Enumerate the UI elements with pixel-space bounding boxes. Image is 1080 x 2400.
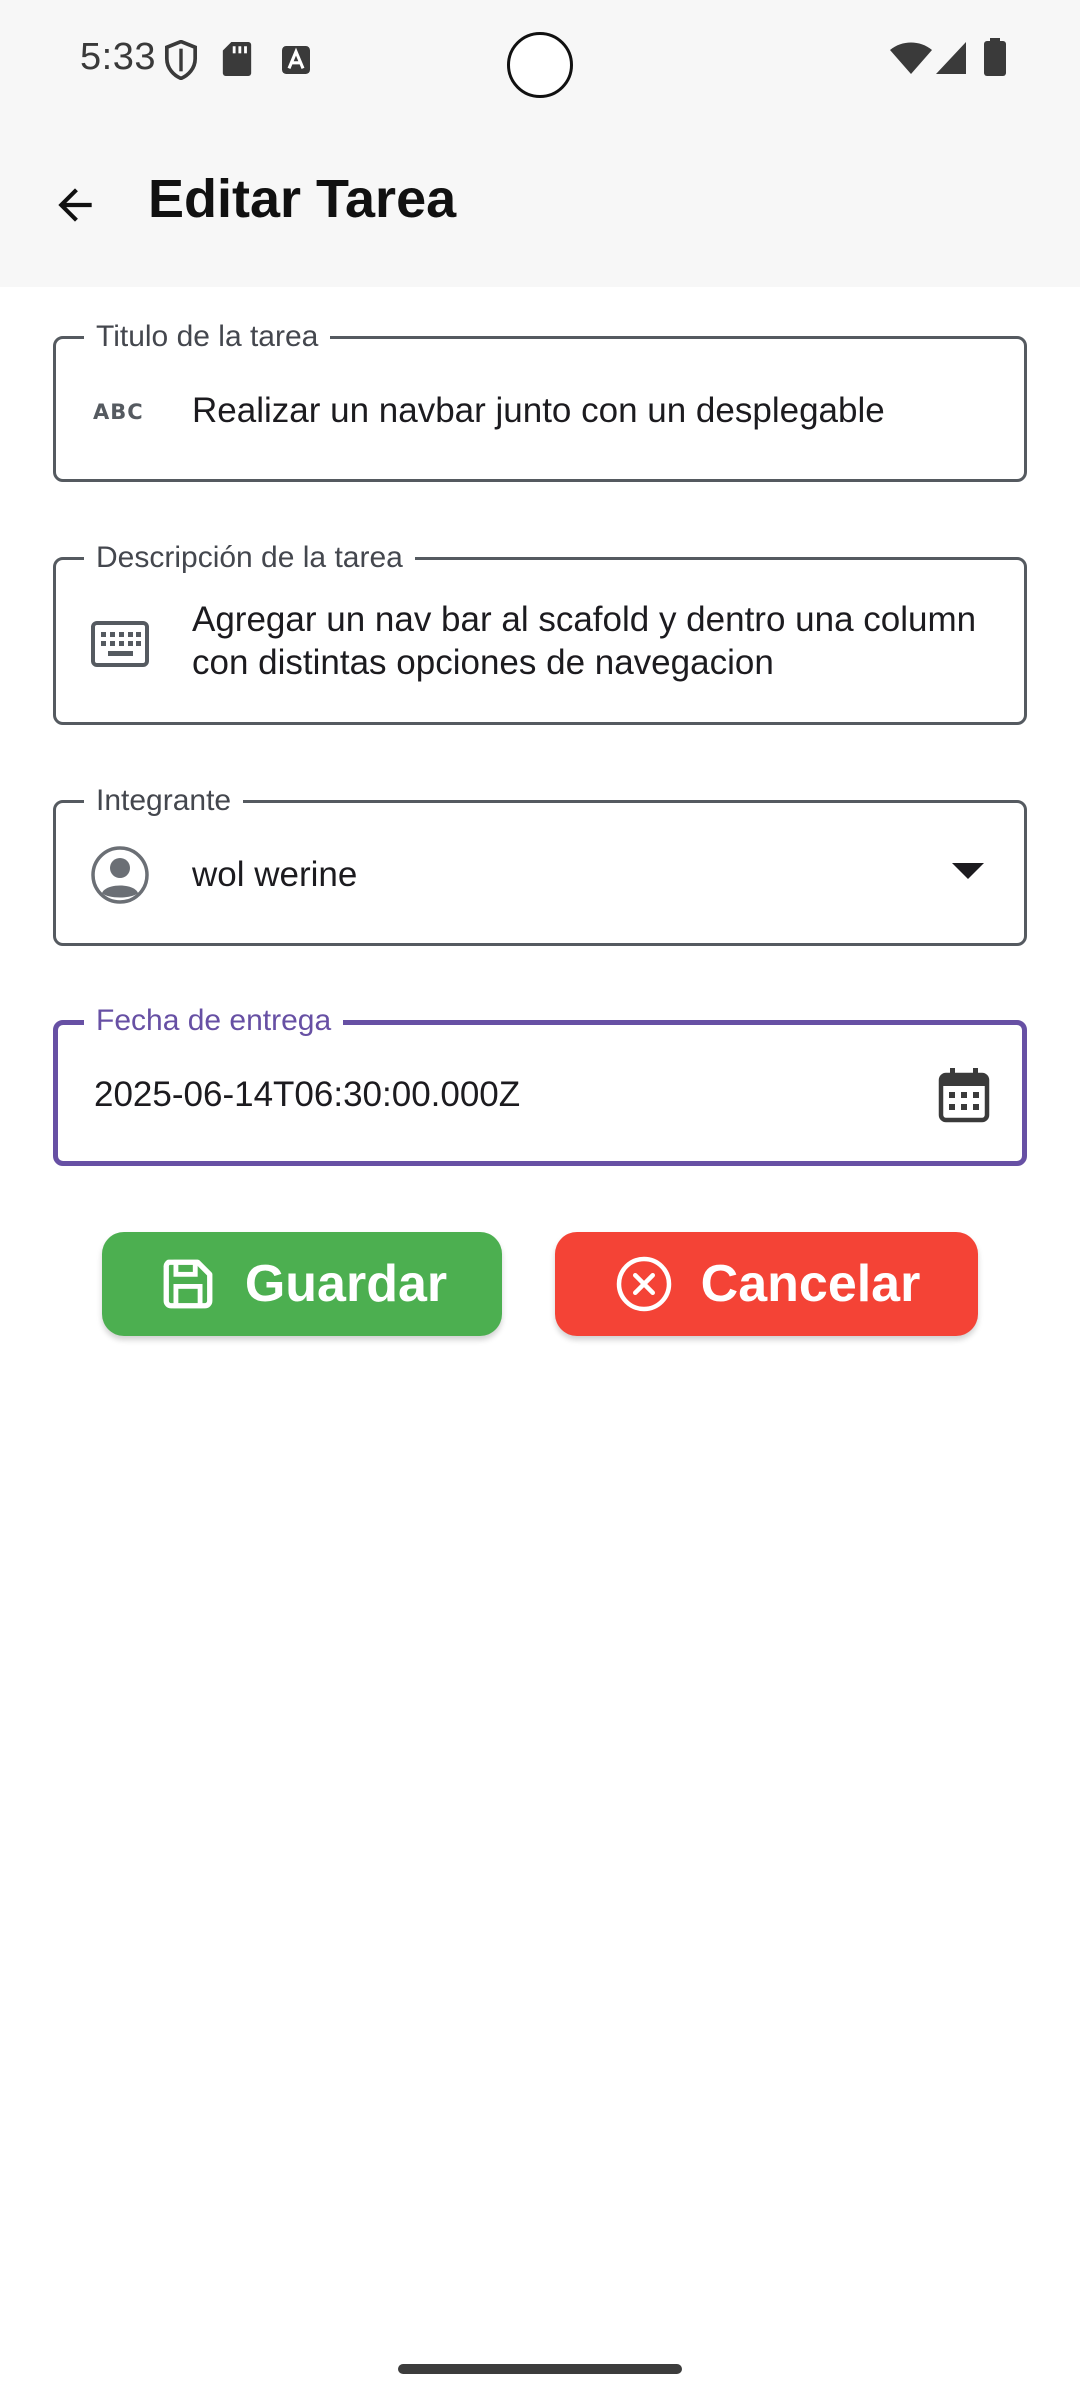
status-time: 5:33 <box>80 36 156 78</box>
abc-icon: ABC <box>88 379 152 443</box>
page-title: Editar Tarea <box>148 169 457 229</box>
save-icon <box>157 1253 219 1315</box>
task-description-field[interactable]: Descripción de la tarea Agregar un nav b… <box>53 540 1027 725</box>
save-button[interactable]: Guardar <box>102 1232 502 1336</box>
member-select-value: wol werine <box>192 855 358 894</box>
calendar-icon[interactable] <box>938 1067 990 1128</box>
sd-card-icon <box>222 42 252 81</box>
task-description-label: Descripción de la tarea <box>84 540 415 576</box>
home-indicator[interactable] <box>398 2364 682 2374</box>
task-title-field[interactable]: Titulo de la tarea ABC Realizar un navba… <box>53 319 1027 482</box>
due-date-input[interactable]: 2025-06-14T06:30:00.000Z <box>94 1073 986 1116</box>
task-title-input[interactable]: Realizar un navbar junto con un desplega… <box>192 389 988 432</box>
status-bar: 5:33 <box>0 0 1080 120</box>
cancel-button-label: Cancelar <box>700 1255 921 1313</box>
top-app-bar: Editar Tarea <box>0 150 1080 260</box>
task-description-input[interactable]: Agregar un nav bar al scafold y dentro u… <box>192 598 988 684</box>
cancel-button[interactable]: Cancelar <box>555 1232 978 1336</box>
member-select-field[interactable]: Integrante wol werine <box>53 783 1027 946</box>
due-date-label: Fecha de entrega <box>84 1003 344 1039</box>
edit-task-screen: 5:33 Editar Tarea Titulo de la tarea ABC… <box>0 0 1080 2400</box>
back-button[interactable] <box>40 172 110 242</box>
svg-text:ABC: ABC <box>93 400 144 423</box>
cancel-circle-icon <box>613 1253 675 1315</box>
signal-icon <box>936 42 966 79</box>
arrow-back-icon <box>50 180 100 235</box>
shield-icon <box>164 39 198 85</box>
save-button-label: Guardar <box>244 1255 448 1313</box>
member-select-label: Integrante <box>84 783 244 819</box>
keyboard-icon <box>88 612 152 676</box>
dropdown-arrow-icon[interactable] <box>952 863 984 886</box>
task-title-label: Titulo de la tarea <box>84 319 331 355</box>
wifi-icon <box>890 42 932 79</box>
battery-icon <box>984 38 1006 81</box>
camera-cutout <box>507 32 573 98</box>
font-a-icon <box>282 46 310 79</box>
account-circle-icon <box>88 843 152 907</box>
due-date-field[interactable]: Fecha de entrega 2025-06-14T06:30:00.000… <box>53 1003 1027 1166</box>
